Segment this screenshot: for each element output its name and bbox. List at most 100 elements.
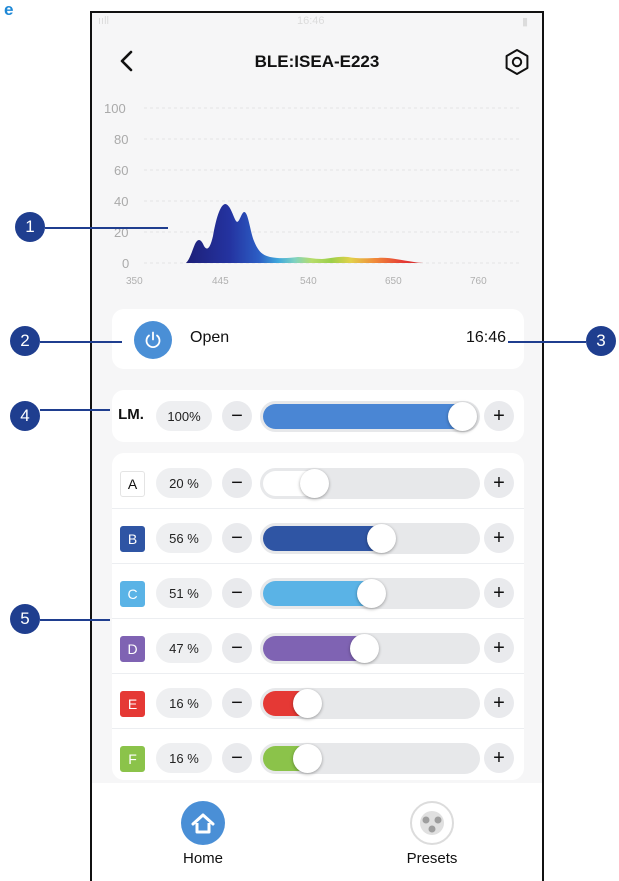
callout-5-line bbox=[40, 619, 110, 621]
page-title: BLE:ISEA-E223 bbox=[254, 52, 380, 71]
row-divider bbox=[112, 508, 524, 509]
master-percent: 100% bbox=[156, 401, 212, 431]
signal-indicator: ııll bbox=[98, 15, 109, 27]
callout-4-line bbox=[40, 409, 110, 411]
nav-home-label: Home bbox=[182, 850, 223, 867]
channel-slider-knob[interactable] bbox=[292, 744, 322, 773]
power-button[interactable] bbox=[134, 321, 172, 359]
channel-chip: B bbox=[120, 526, 145, 552]
figure-letter: e bbox=[4, 0, 14, 19]
callout-2-line bbox=[40, 341, 122, 343]
master-slider-knob[interactable] bbox=[448, 402, 477, 431]
master-minus-button[interactable]: − bbox=[222, 401, 252, 431]
channel-row: E 16 % − + bbox=[112, 679, 524, 729]
channel-percent: 51 % bbox=[156, 578, 212, 608]
channel-plus-button[interactable]: + bbox=[484, 688, 514, 718]
nav-presets[interactable]: Presets bbox=[377, 801, 487, 867]
channel-plus-button[interactable]: + bbox=[484, 743, 514, 773]
callout-1: 1 bbox=[15, 212, 45, 242]
power-time[interactable]: 16:46 bbox=[466, 329, 506, 347]
y-tick-label: 0 bbox=[122, 256, 129, 271]
callout-2: 2 bbox=[10, 326, 40, 356]
master-brightness-card: LM. 100% − + bbox=[112, 390, 524, 442]
row-divider bbox=[112, 563, 524, 564]
channel-percent: 47 % bbox=[156, 633, 212, 663]
header: BLE:ISEA-E223 bbox=[92, 43, 542, 83]
callout-3-line bbox=[508, 341, 586, 343]
channel-slider-fill bbox=[263, 526, 385, 551]
channel-row: C 51 % − + bbox=[112, 569, 524, 619]
master-brightness-row: LM. 100% − + bbox=[112, 392, 524, 442]
channel-chip: C bbox=[120, 581, 145, 607]
channel-row: D 47 % − + bbox=[112, 624, 524, 674]
channel-minus-button[interactable]: − bbox=[222, 633, 252, 663]
channel-slider-knob[interactable] bbox=[357, 579, 387, 608]
row-divider bbox=[112, 673, 524, 674]
spectrum-curve bbox=[186, 204, 428, 263]
y-tick-label: 100 bbox=[104, 101, 126, 116]
master-plus-button[interactable]: + bbox=[484, 401, 514, 431]
channel-slider[interactable] bbox=[260, 743, 480, 774]
battery-icon: ▮ bbox=[521, 16, 528, 28]
channel-percent: 56 % bbox=[156, 523, 212, 553]
callout-3: 3 bbox=[586, 326, 616, 356]
channel-minus-button[interactable]: − bbox=[222, 468, 252, 498]
channels-card: A 20 % − + B 56 % − + C 51 % − + D 47 % − + E 16 % − + F 16 %… bbox=[112, 453, 524, 780]
channel-row: F 16 % − + bbox=[112, 734, 524, 784]
callout-4: 4 bbox=[10, 401, 40, 431]
channel-chip: E bbox=[120, 691, 145, 717]
channel-percent: 16 % bbox=[156, 743, 212, 773]
nav-home[interactable]: Home bbox=[148, 801, 258, 867]
settings-hexagon-icon[interactable] bbox=[502, 47, 532, 77]
channel-slider[interactable] bbox=[260, 468, 480, 499]
power-status-label: Open bbox=[190, 329, 230, 346]
x-tick-label: 445 bbox=[212, 276, 229, 287]
channel-slider-knob[interactable] bbox=[292, 689, 322, 718]
channel-chip: A bbox=[120, 471, 145, 497]
channel-chip: F bbox=[120, 746, 145, 772]
spectrum-chart: 100 80 60 40 20 0 350 445 540 650 760 bbox=[104, 101, 522, 287]
callout-5: 5 bbox=[10, 604, 40, 634]
power-card: Open 16:46 bbox=[112, 309, 524, 369]
y-tick-label: 80 bbox=[114, 132, 128, 147]
row-divider bbox=[112, 618, 524, 619]
channel-slider-knob[interactable] bbox=[300, 469, 329, 498]
home-icon bbox=[181, 801, 225, 845]
y-gridlines bbox=[144, 107, 522, 264]
status-bar: ııll 16:46 ▮ bbox=[92, 13, 542, 31]
status-clock: 16:46 bbox=[297, 15, 325, 27]
channel-plus-button[interactable]: + bbox=[484, 633, 514, 663]
channel-plus-button[interactable]: + bbox=[484, 578, 514, 608]
channel-minus-button[interactable]: − bbox=[222, 743, 252, 773]
x-tick-label: 650 bbox=[385, 276, 402, 287]
x-tick-label: 760 bbox=[470, 276, 487, 287]
y-tick-label: 40 bbox=[114, 194, 128, 209]
phone-screen: ııll 16:46 ▮ BLE:ISEA-E223 100 80 60 40 … bbox=[90, 11, 544, 881]
channel-chip: D bbox=[120, 636, 145, 662]
master-slider-fill bbox=[263, 404, 466, 429]
channel-slider[interactable] bbox=[260, 523, 480, 554]
channel-slider-knob[interactable] bbox=[366, 524, 396, 553]
x-tick-label: 350 bbox=[126, 276, 143, 287]
master-label: LM. bbox=[118, 406, 144, 423]
row-divider bbox=[112, 728, 524, 729]
channel-percent: 20 % bbox=[156, 468, 212, 498]
channel-minus-button[interactable]: − bbox=[222, 688, 252, 718]
nav-presets-label: Presets bbox=[406, 850, 458, 867]
channel-slider[interactable] bbox=[260, 578, 480, 609]
master-slider[interactable] bbox=[260, 401, 480, 432]
channel-minus-button[interactable]: − bbox=[222, 523, 252, 553]
channel-plus-button[interactable]: + bbox=[484, 468, 514, 498]
x-tick-label: 540 bbox=[300, 276, 317, 287]
y-tick-label: 60 bbox=[114, 163, 128, 178]
channel-slider-knob[interactable] bbox=[349, 634, 379, 663]
channel-slider[interactable] bbox=[260, 633, 480, 664]
channel-minus-button[interactable]: − bbox=[222, 578, 252, 608]
channel-slider[interactable] bbox=[260, 688, 480, 719]
channel-row: B 56 % − + bbox=[112, 514, 524, 564]
power-icon bbox=[145, 331, 161, 349]
channel-row: A 20 % − + bbox=[112, 459, 524, 509]
bottom-navigation: Home Presets bbox=[92, 783, 542, 881]
channel-plus-button[interactable]: + bbox=[484, 523, 514, 553]
presets-icon bbox=[410, 801, 454, 845]
